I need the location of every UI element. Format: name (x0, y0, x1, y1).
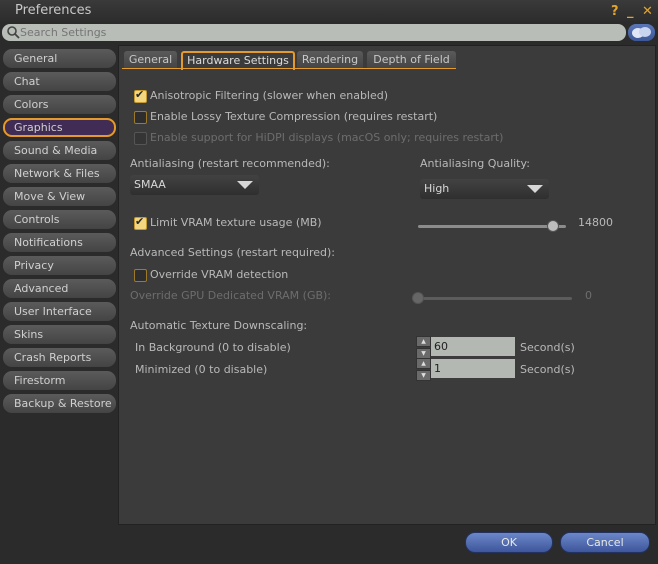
gpu-vram-label: Override GPU Dedicated VRAM (GB): (130, 289, 332, 302)
anisotropic-checkbox[interactable] (134, 88, 147, 103)
sidebar-item-controls[interactable]: Controls (3, 210, 116, 229)
sidebar-item-colors[interactable]: Colors (3, 95, 116, 114)
chevron-down-icon (527, 185, 543, 193)
lossy-compression-checkbox[interactable] (134, 111, 147, 124)
lossy-compression-label: Enable Lossy Texture Compression (requir… (150, 110, 438, 123)
override-vram-label: Override VRAM detection (150, 268, 289, 281)
in-background-unit: Second(s) (520, 341, 575, 354)
chevron-down-icon (237, 181, 253, 189)
sidebar-item-graphics[interactable]: Graphics (3, 118, 116, 137)
tab-underline (122, 68, 456, 69)
vram-slider-track[interactable] (418, 225, 566, 228)
sidebar-item-crash-reports[interactable]: Crash Reports (3, 348, 116, 367)
minimized-unit: Second(s) (520, 363, 575, 376)
ok-button[interactable]: OK (465, 532, 553, 553)
minimized-label: Minimized (0 to disable) (135, 363, 268, 376)
spin-down-icon[interactable]: ▼ (416, 370, 431, 381)
spin-up-icon[interactable]: ▲ (416, 358, 431, 369)
minimized-spinner[interactable]: ▲ ▼ (416, 358, 431, 381)
aa-quality-value: High (424, 182, 450, 195)
search-icon (7, 26, 20, 39)
limit-vram-checkbox[interactable] (134, 215, 147, 230)
antialiasing-value: SMAA (134, 178, 166, 191)
aa-quality-label: Antialiasing Quality: (420, 157, 530, 170)
search-input[interactable] (20, 24, 620, 40)
antialiasing-dropdown[interactable]: SMAA (130, 175, 259, 195)
aa-quality-dropdown[interactable]: High (420, 179, 549, 199)
tab-rendering[interactable]: Rendering (297, 51, 363, 68)
hidpi-label: Enable support for HiDPI displays (macOS… (150, 131, 504, 144)
sidebar-item-firestorm[interactable]: Firestorm (3, 371, 116, 390)
search-options-button[interactable] (628, 24, 655, 41)
help-icon[interactable]: ? (611, 5, 619, 19)
chat-bubbles-icon (632, 27, 651, 38)
in-background-label: In Background (0 to disable) (135, 341, 291, 354)
in-background-spinner[interactable]: ▲ ▼ (416, 336, 431, 359)
sidebar-item-advanced[interactable]: Advanced (3, 279, 116, 298)
sidebar-item-sound-media[interactable]: Sound & Media (3, 141, 116, 160)
sidebar-item-network-files[interactable]: Network & Files (3, 164, 116, 183)
texture-downscaling-header: Automatic Texture Downscaling: (130, 319, 308, 332)
spin-up-icon[interactable]: ▲ (416, 336, 431, 347)
cancel-button[interactable]: Cancel (560, 532, 650, 553)
gpu-vram-slider-handle (412, 292, 424, 304)
minimize-icon[interactable]: _ (627, 5, 634, 19)
window-title: Preferences (15, 3, 92, 18)
minimized-input[interactable]: 1 (431, 359, 515, 378)
sidebar-item-skins[interactable]: Skins (3, 325, 116, 344)
hidpi-checkbox (134, 132, 147, 145)
gpu-vram-value: 0 (585, 289, 592, 302)
close-icon[interactable]: ✕ (642, 5, 653, 19)
tab-depth-of-field[interactable]: Depth of Field (367, 51, 456, 68)
search-bar (2, 24, 626, 41)
vram-value: 14800 (578, 216, 613, 229)
sidebar-item-general[interactable]: General (3, 49, 116, 68)
sidebar-item-move-view[interactable]: Move & View (3, 187, 116, 206)
gpu-vram-slider-track (412, 297, 572, 300)
sidebar-item-user-interface[interactable]: User Interface (3, 302, 116, 321)
sidebar-item-notifications[interactable]: Notifications (3, 233, 116, 252)
advanced-settings-header: Advanced Settings (restart required): (130, 246, 335, 259)
in-background-input[interactable]: 60 (431, 337, 515, 356)
override-vram-checkbox[interactable] (134, 269, 147, 282)
anisotropic-label: Anisotropic Filtering (slower when enabl… (150, 89, 389, 102)
sidebar-item-backup-restore[interactable]: Backup & Restore (3, 394, 116, 413)
tab-general[interactable]: General (124, 51, 177, 68)
title-bar[interactable]: Preferences ? _ ✕ (0, 0, 658, 22)
limit-vram-label: Limit VRAM texture usage (MB) (150, 216, 322, 229)
antialiasing-label: Antialiasing (restart recommended): (130, 157, 330, 170)
sidebar-item-privacy[interactable]: Privacy (3, 256, 116, 275)
preferences-window: Preferences ? _ ✕ General Chat Colors Graph… (0, 0, 658, 564)
sidebar-item-chat[interactable]: Chat (3, 72, 116, 91)
